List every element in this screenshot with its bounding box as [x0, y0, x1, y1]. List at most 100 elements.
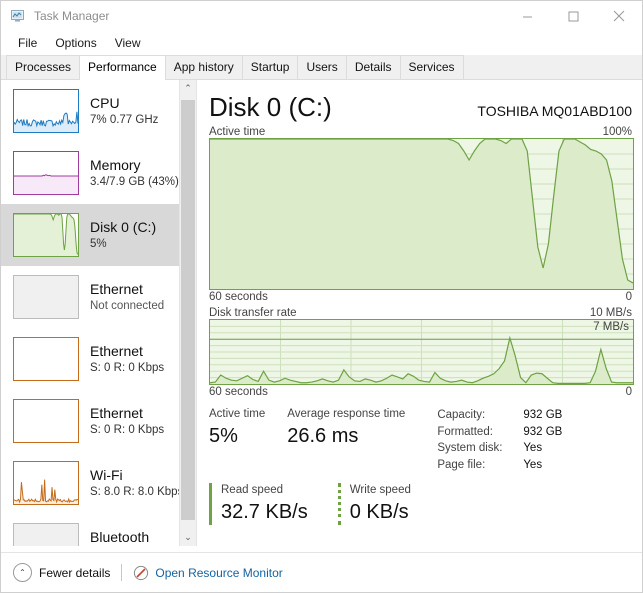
sidebar-item-wifi[interactable]: Wi-Fi S: 8.0 R: 8.0 Kbps: [1, 452, 196, 514]
property-value: 932 GB: [523, 409, 563, 421]
transfer-rate-axis-labels: Disk transfer rate 10 MB/s: [209, 307, 634, 319]
task-manager-icon: [10, 8, 26, 24]
sidebar-item-subtitle: 5%: [90, 237, 107, 250]
tab-startup[interactable]: Startup: [241, 55, 299, 79]
transfer-rate-max: 10 MB/s: [589, 307, 632, 319]
property-system-disk: System disk: Yes: [437, 440, 562, 457]
active-time-label: Active time: [209, 126, 266, 138]
sidebar-item-subtitle: 7% 0.77 GHz: [90, 113, 159, 126]
open-resource-monitor-link[interactable]: Open Resource Monitor: [133, 565, 283, 581]
active-time-graph: [209, 138, 634, 290]
disk-mini-graph: [13, 213, 79, 257]
sidebar-item-label: Disk 0 (C:): [90, 218, 157, 235]
fewer-details-button[interactable]: ⌃ Fewer details: [13, 563, 110, 582]
property-value: Yes: [523, 442, 543, 454]
stat-value: 5%: [209, 425, 238, 447]
tab-users[interactable]: Users: [297, 55, 347, 79]
stat-label: Active time: [209, 408, 266, 420]
transfer-rate-min: 0: [625, 386, 632, 398]
stat-value: 32.7 KB/s: [221, 501, 308, 523]
active-time-duration: 60 seconds: [209, 291, 268, 303]
tab-processes[interactable]: Processes: [6, 55, 81, 79]
stat-label: Average response time: [287, 408, 406, 420]
stats-row: Active time 5% Average response time 26.…: [209, 407, 634, 473]
transfer-rate-time-axis: 60 seconds 0: [209, 386, 634, 398]
fewer-details-label: Fewer details: [39, 565, 111, 580]
tab-app-history[interactable]: App history: [164, 55, 243, 79]
speeds-row: Read speed 32.7 KB/s Write speed 0 KB/s: [209, 483, 634, 525]
sidebar-item-label: Wi-Fi: [90, 466, 123, 483]
sidebar-item-subtitle: S: 8.0 R: 8.0 Kbps: [90, 485, 184, 498]
scrollbar-thumb[interactable]: [181, 100, 195, 520]
minimize-button[interactable]: [504, 1, 550, 31]
property-value: 932 GB: [523, 425, 563, 438]
property-key: Formatted:: [437, 425, 493, 438]
property-formatted: Formatted: 932 GB: [437, 424, 562, 441]
cpu-mini-graph: [13, 89, 79, 133]
sidebar-item-label: Ethernet: [90, 342, 143, 359]
wifi-mini-graph: [13, 461, 79, 505]
sidebar-item-ethernet-1[interactable]: Ethernet Not connected: [1, 266, 196, 328]
stat-value: 0 KB/s: [349, 501, 409, 523]
resource-sidebar[interactable]: CPU 7% 0.77 GHz Memory 3.4/7.9 GB (43%) …: [1, 80, 197, 546]
active-time-max: 100%: [602, 126, 632, 138]
stat-label: Read speed: [221, 484, 284, 496]
menu-options[interactable]: Options: [46, 34, 105, 52]
detail-header: Disk 0 (C:) TOSHIBA MQ01ABD100: [209, 92, 634, 122]
sidebar-item-ethernet-2[interactable]: Ethernet S: 0 R: 0 Kbps: [1, 328, 196, 390]
tab-performance[interactable]: Performance: [79, 55, 166, 80]
menu-view[interactable]: View: [106, 34, 150, 52]
tab-details[interactable]: Details: [345, 55, 401, 79]
close-button[interactable]: [596, 1, 642, 31]
stat-read-speed: Read speed 32.7 KB/s: [209, 483, 308, 525]
property-key: System disk:: [437, 442, 503, 454]
menu-file[interactable]: File: [9, 34, 46, 52]
window-title: Task Manager: [34, 9, 110, 23]
sidebar-item-cpu[interactable]: CPU 7% 0.77 GHz: [1, 80, 196, 142]
task-manager-window: Task Manager File Options View Processes…: [0, 0, 643, 593]
sidebar-item-label: Ethernet: [90, 280, 143, 297]
sidebar-item-subtitle: S: 0 R: 0 Kbps: [90, 423, 165, 436]
sidebar-item-bluetooth[interactable]: Bluetooth Not connected: [1, 514, 196, 546]
sidebar-item-subtitle: S: 0 R: 0 Kbps: [90, 361, 165, 374]
tab-services[interactable]: Services: [399, 55, 464, 79]
stat-active-time: Active time 5%: [209, 407, 265, 473]
transfer-rate-graph: 7 MB/s: [209, 319, 634, 385]
ethernet-mini-graph: [13, 337, 79, 381]
maximize-button[interactable]: [550, 1, 596, 31]
stat-value: 26.6 ms: [287, 425, 359, 447]
sidebar-item-subtitle: Not connected: [90, 299, 165, 312]
sidebar-item-label: Bluetooth: [90, 528, 150, 545]
disk-properties: Capacity: 932 GB Formatted: 932 GB Syste…: [437, 407, 562, 473]
sidebar-item-ethernet-3[interactable]: Ethernet S: 0 R: 0 Kbps: [1, 390, 196, 452]
tab-strip: Processes Performance App history Startu…: [1, 55, 642, 80]
window-controls: [504, 1, 642, 31]
sidebar-scrollbar[interactable]: ⌃ ⌄: [179, 80, 196, 546]
footer-bar: ⌃ Fewer details Open Resource Monitor: [1, 552, 642, 592]
stat-label: Write speed: [349, 484, 411, 496]
active-time-axis-labels: Active time 100%: [209, 126, 634, 138]
property-value: Yes: [523, 458, 543, 471]
memory-mini-graph: [13, 151, 79, 195]
menu-bar: File Options View: [1, 31, 642, 55]
primary-stats: Active time 5% Average response time 26.…: [209, 407, 427, 473]
property-page-file: Page file: Yes: [437, 457, 562, 474]
transfer-rate-reference-label: 7 MB/s: [593, 321, 629, 333]
footer-divider: [121, 564, 123, 581]
active-time-time-axis: 60 seconds 0: [209, 291, 634, 303]
property-key: Capacity:: [437, 409, 486, 421]
transfer-rate-duration: 60 seconds: [209, 386, 268, 398]
active-time-min: 0: [625, 291, 632, 303]
sidebar-item-subtitle: 3.4/7.9 GB (43%): [90, 175, 179, 188]
page-title: Disk 0 (C:): [209, 92, 332, 122]
scroll-up-icon[interactable]: ⌃: [180, 80, 196, 97]
open-resource-monitor-label: Open Resource Monitor: [155, 565, 283, 580]
stat-write-speed: Write speed 0 KB/s: [337, 483, 411, 525]
bluetooth-mini-graph: [13, 523, 79, 546]
transfer-rate-label: Disk transfer rate: [209, 307, 297, 319]
stat-average-response-time: Average response time 26.6 ms: [287, 407, 405, 473]
sidebar-item-disk0[interactable]: Disk 0 (C:) 5%: [1, 204, 196, 266]
sidebar-item-memory[interactable]: Memory 3.4/7.9 GB (43%): [1, 142, 196, 204]
scroll-down-icon[interactable]: ⌄: [180, 529, 196, 546]
device-model: TOSHIBA MQ01ABD100: [477, 103, 632, 119]
